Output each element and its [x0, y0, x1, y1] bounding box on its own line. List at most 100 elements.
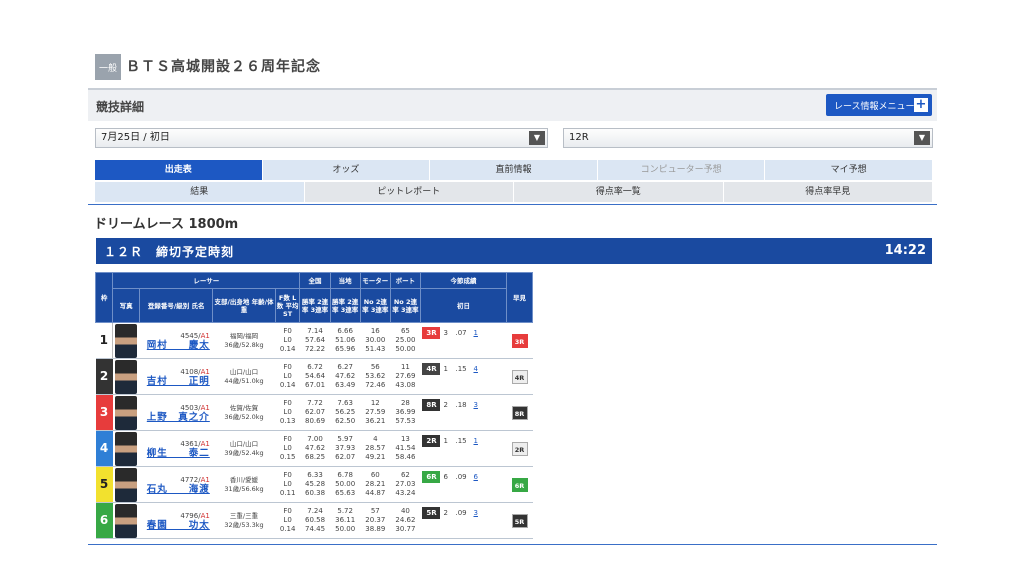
- session-race: 8R: [422, 399, 441, 411]
- national-cell: 7.14 57.64 72.22: [299, 322, 331, 359]
- session-st: .18: [455, 401, 467, 409]
- local-cell: 7.63 56.25 62.50: [330, 394, 361, 431]
- reg-number: 4545/: [180, 331, 201, 340]
- branch: 山口/山口: [229, 439, 259, 448]
- boat-cell: 13 41.54 58.46: [390, 430, 421, 467]
- table-row: 6 4796/A1 春園 功太 三重/三重 32歳/53.3kg F0 L0 0.14 7.24…: [95, 502, 533, 539]
- racer-name-cell: 4503/A1 上野 真之介: [139, 394, 213, 431]
- session-result-link[interactable]: 3: [473, 401, 477, 409]
- motor-no: 57: [370, 507, 380, 515]
- boat-2: 24.62: [395, 516, 416, 524]
- tab-odds[interactable]: オッズ: [262, 160, 431, 180]
- session-cell: 4R 1 .15 4: [420, 358, 507, 395]
- racer-photo: [112, 502, 140, 539]
- early-race-badge[interactable]: 8R: [511, 405, 528, 420]
- racer-name-link[interactable]: 柳生 泰二: [140, 448, 210, 458]
- col-win-local: 勝率 2連率 3連率: [329, 288, 361, 323]
- motor-cell: 60 28.21 44.87: [360, 466, 391, 503]
- racer-photo-image: [115, 395, 138, 430]
- racer-photo-image: [115, 431, 138, 466]
- racer-name-link[interactable]: 春園 功太: [140, 520, 210, 530]
- session-race: 6R: [422, 471, 441, 483]
- national-cell: 7.24 60.58 74.45: [299, 502, 331, 539]
- racer-photo-image: [115, 359, 138, 394]
- session-lane: 2: [443, 401, 448, 409]
- local-3: 65.63: [335, 489, 356, 497]
- col-fl: F数 L数 平均ST: [274, 288, 301, 323]
- local-cell: 5.72 36.11 50.00: [330, 502, 361, 539]
- local-win: 5.97: [337, 435, 353, 443]
- racer-class: A1: [200, 403, 210, 412]
- boat-3: 30.77: [395, 525, 416, 533]
- age-weight: 36歳/52.8kg: [224, 340, 264, 349]
- boat-cell: 65 25.00 50.00: [390, 322, 421, 359]
- national-3: 67.01: [305, 381, 326, 389]
- racer-photo-image: [115, 503, 138, 538]
- session-race: 4R: [422, 363, 441, 375]
- age-weight: 32歳/53.3kg: [224, 520, 264, 529]
- local-2: 51.06: [335, 336, 356, 344]
- early-race-badge[interactable]: 2R: [511, 441, 528, 456]
- boat-2: 27.69: [395, 372, 416, 380]
- race-name: ドリームレース 1800m: [94, 217, 239, 232]
- local-3: 65.96: [335, 345, 356, 353]
- race-info-menu-button[interactable]: レース情報メニュー +: [826, 94, 932, 116]
- tab-pre-race-info[interactable]: 直前情報: [430, 160, 598, 180]
- chevron-down-icon: ▼: [529, 131, 545, 145]
- session-cell: 2R 1.15 1: [420, 430, 507, 467]
- session-result-link[interactable]: 4: [473, 365, 477, 373]
- boat-3: 50.00: [395, 345, 416, 353]
- racer-name-link[interactable]: 上野 真之介: [140, 412, 210, 422]
- avg-st: 0.14: [279, 525, 296, 533]
- session-result-link[interactable]: 1: [473, 437, 477, 445]
- early-race-badge[interactable]: 4R: [511, 369, 528, 384]
- tab-score-quickview[interactable]: 得点率早見: [723, 182, 933, 202]
- racer-name-cell: 4545/A1 岡村 慶太: [139, 322, 213, 359]
- boat-3: 43.08: [395, 381, 416, 389]
- session-result-link[interactable]: 6: [473, 473, 477, 481]
- early-race-badge[interactable]: 5R: [511, 513, 528, 528]
- racer-name-cell: 4361/A1 柳生 泰二: [139, 430, 213, 467]
- f-count: F0: [283, 435, 292, 443]
- motor-3: 38.89: [365, 525, 386, 533]
- race-select[interactable]: 12R ▼: [563, 128, 933, 148]
- tab-bar-primary: 出走表 オッズ 直前情報 コンピューター予想 マイ予想: [95, 160, 933, 180]
- local-3: 50.00: [335, 525, 356, 533]
- boat-3: 57.53: [395, 417, 416, 425]
- early-race-badge[interactable]: 3R: [511, 333, 528, 348]
- tab-score-list[interactable]: 得点率一覧: [514, 182, 724, 202]
- early-race-badge[interactable]: 6R: [511, 477, 528, 492]
- entry-table: 枠 レーサー 全国 当地 モーター ボート 今節成績 早見 写真 登録番号/級別…: [94, 272, 533, 539]
- session-result-link[interactable]: 3: [473, 509, 477, 517]
- waku-number: 4: [95, 430, 113, 467]
- tab-entry-list[interactable]: 出走表: [95, 160, 263, 180]
- tab-computer-prediction[interactable]: コンピューター予想: [597, 160, 766, 180]
- tab-pit-report[interactable]: ピットレポート: [304, 182, 514, 202]
- col-branch: 支部/出身地 年齢/体重: [212, 288, 276, 323]
- racer-photo-image: [115, 323, 138, 358]
- motor-3: 44.87: [365, 489, 386, 497]
- early-cell: 8R: [506, 394, 533, 431]
- national-win: 6.72: [307, 363, 323, 371]
- motor-no: 60: [370, 471, 380, 479]
- national-3: 74.45: [305, 525, 326, 533]
- session-cell: 8R 2 .18 3: [420, 394, 507, 431]
- local-3: 62.07: [335, 453, 356, 461]
- racer-name-link[interactable]: 吉村 正明: [140, 376, 210, 386]
- session-cell: 6R 6.09 6: [420, 466, 507, 503]
- boat-2: 25.00: [395, 336, 416, 344]
- racer-name-link[interactable]: 岡村 慶太: [140, 340, 210, 350]
- racer-name-link[interactable]: 石丸 海渡: [140, 484, 210, 494]
- fl-cell: F0 L0 0.15: [275, 430, 300, 467]
- branch: 香川/愛媛: [229, 475, 259, 484]
- session-result-link[interactable]: 1: [473, 329, 477, 337]
- tab-my-prediction[interactable]: マイ予想: [765, 160, 933, 180]
- f-count: F0: [283, 471, 292, 479]
- plus-icon: +: [914, 97, 928, 112]
- date-select-value: 7月25日 / 初日: [101, 132, 170, 143]
- motor-2: 53.62: [365, 372, 386, 380]
- tab-results[interactable]: 結果: [95, 182, 305, 202]
- chevron-down-icon: ▼: [914, 131, 930, 145]
- racer-class: A1: [200, 511, 210, 520]
- date-select[interactable]: 7月25日 / 初日 ▼: [95, 128, 548, 148]
